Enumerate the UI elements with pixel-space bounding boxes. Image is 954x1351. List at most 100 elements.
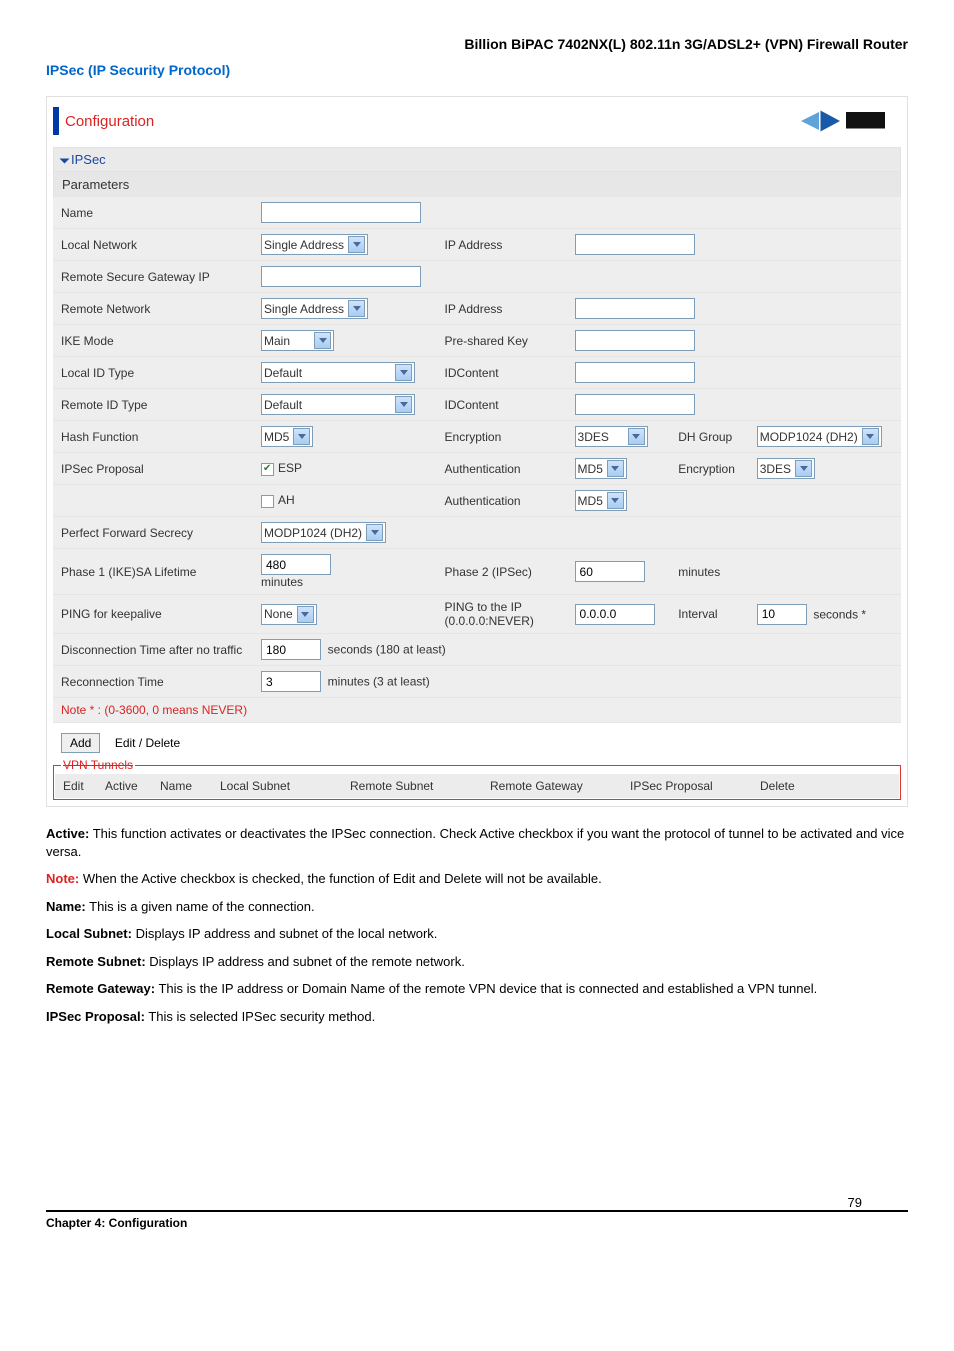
chevron-down-icon: [395, 396, 412, 413]
chevron-down-icon: [607, 492, 624, 509]
remote-idcontent-input[interactable]: [575, 394, 695, 415]
remote-network-select-value: Single Address: [264, 302, 344, 316]
chevron-down-icon: [314, 332, 331, 349]
ipsec-label: IPSec: [71, 152, 106, 167]
auth-esp-select[interactable]: MD5: [575, 458, 627, 479]
ping-ip-label: PING to the IP(0.0.0.0:NEVER): [437, 595, 567, 634]
desc-ipsec-proposal-text: This is selected IPSec security method.: [145, 1009, 375, 1024]
section-title: IPSec (IP Security Protocol): [46, 62, 908, 78]
ipsec-form-table: Name Local Network Single Address IP Add…: [53, 197, 901, 698]
dh-group-select-value: MODP1024 (DH2): [760, 430, 858, 444]
ah-checkbox[interactable]: [261, 495, 274, 508]
ping-select[interactable]: None: [261, 604, 317, 625]
disc-input[interactable]: [261, 639, 321, 660]
desc-active-text: This function activates or deactivates t…: [46, 826, 904, 859]
name-input[interactable]: [261, 202, 421, 223]
phase1-input[interactable]: [261, 554, 331, 575]
ike-mode-label: IKE Mode: [53, 325, 253, 357]
desc-note-text: When the Active checkbox is checked, the…: [79, 871, 601, 886]
phase2-input[interactable]: [575, 561, 645, 582]
idcontent-label-2: IDContent: [437, 389, 567, 421]
chevron-down-icon: [348, 300, 365, 317]
pfs-select[interactable]: MODP1024 (DH2): [261, 522, 386, 543]
ping-ip-input[interactable]: [575, 604, 655, 625]
add-button[interactable]: Add: [61, 733, 100, 753]
edit-delete-link[interactable]: Edit / Delete: [115, 734, 180, 752]
remote-network-label: Remote Network: [53, 293, 253, 325]
hash-select[interactable]: MD5: [261, 426, 313, 447]
auth-ah-select-value: MD5: [578, 494, 603, 508]
local-id-type-select-value: Default: [264, 366, 302, 380]
ike-mode-select-value: Main: [264, 334, 310, 348]
desc-remote-gw-text: This is the IP address or Domain Name of…: [155, 981, 817, 996]
chevron-down-icon: [795, 460, 812, 477]
encryption-select-value: 3DES: [578, 430, 624, 444]
auth-ah-select[interactable]: MD5: [575, 490, 627, 511]
local-network-label: Local Network: [53, 229, 253, 261]
chevron-down-icon: [628, 428, 645, 445]
local-network-select-value: Single Address: [264, 238, 344, 252]
desc-name-label: Name:: [46, 899, 86, 914]
ping-select-value: None: [264, 607, 293, 621]
auth-esp-enc-select-value: 3DES: [760, 462, 791, 476]
pfs-select-value: MODP1024 (DH2): [264, 526, 362, 540]
ping-ip-hint: (0.0.0.0:NEVER): [445, 614, 534, 628]
remote-id-type-select-value: Default: [264, 398, 302, 412]
phase2-label: Phase 2 (IPSec): [437, 549, 567, 595]
recon-label: Reconnection Time: [53, 666, 253, 698]
ike-mode-select[interactable]: Main: [261, 330, 334, 351]
desc-remote-gw-label: Remote Gateway:: [46, 981, 155, 996]
disc-label: Disconnection Time after no traffic: [53, 634, 253, 666]
local-ip-input[interactable]: [575, 234, 695, 255]
local-idcontent-input[interactable]: [575, 362, 695, 383]
auth-esp-enc-select[interactable]: 3DES: [757, 458, 815, 479]
local-id-type-select[interactable]: Default: [261, 362, 415, 383]
recon-input[interactable]: [261, 671, 321, 692]
desc-remote-subnet-label: Remote Subnet:: [46, 954, 146, 969]
auth-esp-label: Authentication: [437, 453, 567, 485]
remote-gw-input[interactable]: [261, 266, 421, 287]
config-panel: Configuration IPSec Parameters Name Loca…: [46, 96, 908, 807]
dh-group-select[interactable]: MODP1024 (DH2): [757, 426, 882, 447]
hash-label: Hash Function: [53, 421, 253, 453]
brand-logo: [801, 107, 891, 135]
phase1-label: Phase 1 (IKE)SA Lifetime: [53, 549, 253, 595]
preshared-input[interactable]: [575, 330, 695, 351]
vpn-col-name: Name: [152, 774, 212, 798]
chevron-down-icon: [348, 236, 365, 253]
esp-checkbox[interactable]: [261, 463, 274, 476]
auth-esp-select-value: MD5: [578, 462, 603, 476]
vpn-tunnels-title: VPN Tunnels: [61, 758, 135, 772]
recon-unit: minutes (3 at least): [328, 675, 430, 689]
desc-active-label: Active:: [46, 826, 89, 841]
interval-label: Interval: [670, 595, 749, 634]
ipsec-section-header[interactable]: IPSec: [53, 148, 901, 172]
chevron-down-icon: [395, 364, 412, 381]
interval-input[interactable]: [757, 604, 807, 625]
desc-note-label: Note:: [46, 871, 79, 886]
dh-group-label: DH Group: [670, 421, 749, 453]
remote-network-select[interactable]: Single Address: [261, 298, 368, 319]
name-label: Name: [53, 197, 253, 229]
parameters-header: Parameters: [53, 172, 901, 197]
auth-ah-label: Authentication: [437, 485, 567, 517]
vpn-col-proposal: IPSec Proposal: [622, 774, 752, 798]
chevron-down-icon: [862, 428, 879, 445]
ipsec-proposal-label: IPSec Proposal: [53, 453, 253, 485]
page-number: 79: [848, 1195, 862, 1210]
disc-unit: seconds (180 at least): [328, 643, 446, 657]
local-network-select[interactable]: Single Address: [261, 234, 368, 255]
desc-ipsec-proposal-label: IPSec Proposal:: [46, 1009, 145, 1024]
ip-address-label-2: IP Address: [437, 293, 567, 325]
remote-ip-input[interactable]: [575, 298, 695, 319]
vpn-col-delete: Delete: [752, 774, 899, 798]
remote-id-type-select[interactable]: Default: [261, 394, 415, 415]
chevron-down-icon: [297, 606, 314, 623]
panel-title: Configuration: [65, 113, 154, 130]
pfs-label: Perfect Forward Secrecy: [53, 517, 253, 549]
encryption-select[interactable]: 3DES: [575, 426, 648, 447]
vpn-col-edit: Edit: [55, 774, 97, 798]
desc-remote-subnet-text: Displays IP address and subnet of the re…: [146, 954, 465, 969]
header-stripe: [53, 107, 59, 135]
local-id-type-label: Local ID Type: [53, 357, 253, 389]
